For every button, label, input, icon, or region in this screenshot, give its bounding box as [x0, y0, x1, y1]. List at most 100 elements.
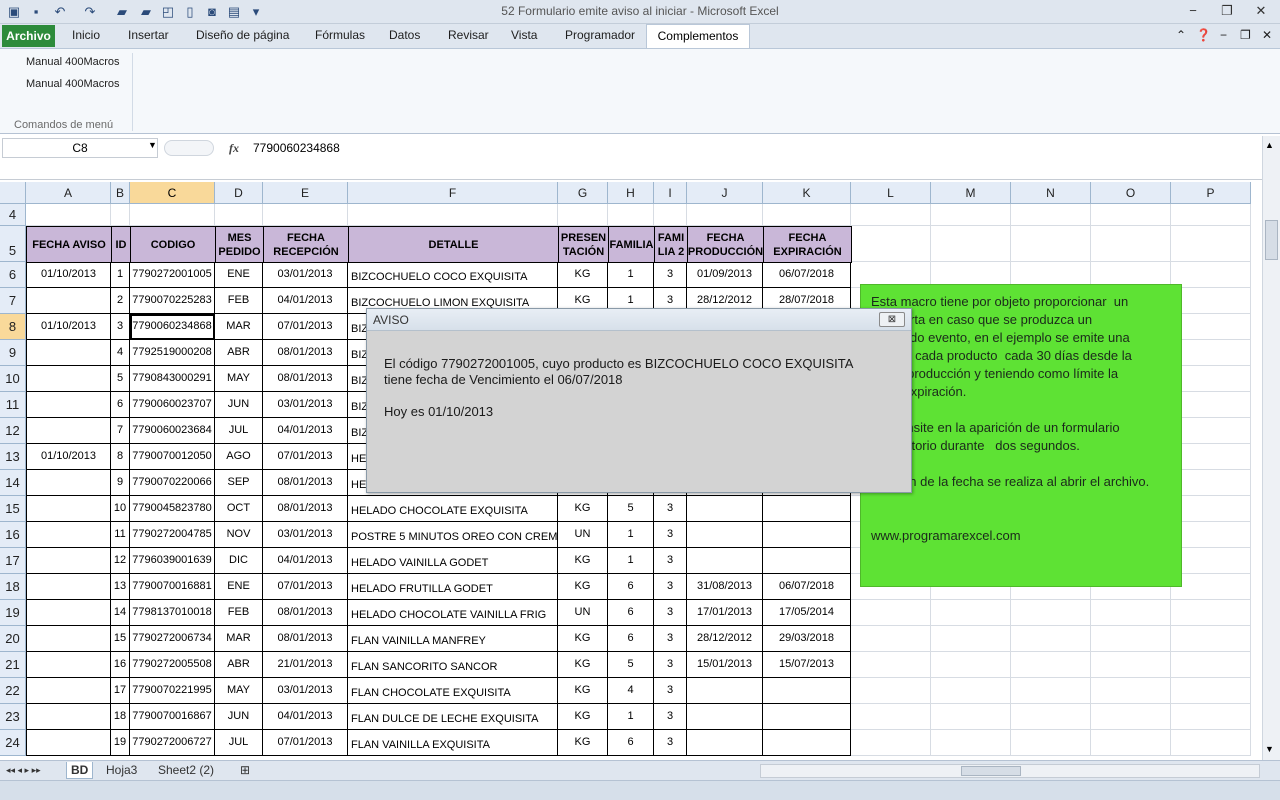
row-header-5[interactable]: 5: [0, 226, 26, 262]
table-cell[interactable]: KG: [558, 262, 608, 288]
table-cell[interactable]: 3: [111, 314, 130, 340]
sheet-tab-hoja3[interactable]: Hoja3: [102, 762, 141, 779]
table-cell[interactable]: 04/01/2013: [263, 288, 348, 314]
table-cell[interactable]: 9: [111, 470, 130, 496]
empty-cell[interactable]: [851, 678, 931, 704]
table-header-cell[interactable]: PRESEN TACIÓN: [558, 226, 609, 263]
empty-cell[interactable]: [1171, 730, 1251, 756]
row-header-16[interactable]: 16: [0, 522, 26, 548]
table-cell[interactable]: AGO: [215, 444, 263, 470]
empty-cell[interactable]: [1091, 626, 1171, 652]
empty-cell[interactable]: [931, 226, 1011, 262]
table-cell[interactable]: 7796039001639: [130, 548, 215, 574]
column-header-c[interactable]: C: [130, 182, 215, 204]
table-cell[interactable]: 7790272005508: [130, 652, 215, 678]
table-cell[interactable]: [763, 704, 851, 730]
row-header-19[interactable]: 19: [0, 600, 26, 626]
table-cell[interactable]: HELADO VAINILLA GODET: [348, 548, 558, 574]
table-cell[interactable]: 6: [608, 574, 654, 600]
empty-cell[interactable]: [851, 652, 931, 678]
table-cell[interactable]: FLAN SANCORITO SANCOR: [348, 652, 558, 678]
empty-cell[interactable]: [851, 626, 931, 652]
table-cell[interactable]: 6: [111, 392, 130, 418]
table-cell[interactable]: 6: [608, 600, 654, 626]
empty-cell[interactable]: [931, 600, 1011, 626]
table-cell[interactable]: 03/01/2013: [263, 392, 348, 418]
empty-cell[interactable]: [1091, 652, 1171, 678]
table-cell[interactable]: ENE: [215, 574, 263, 600]
column-header-o[interactable]: O: [1091, 182, 1171, 204]
table-cell[interactable]: 21/01/2013: [263, 652, 348, 678]
column-header-a[interactable]: A: [26, 182, 111, 204]
empty-cell[interactable]: [851, 226, 931, 262]
table-cell[interactable]: 7792519000208: [130, 340, 215, 366]
table-cell[interactable]: [26, 366, 111, 392]
table-cell[interactable]: [763, 496, 851, 522]
table-cell[interactable]: HELADO CHOCOLATE EXQUISITA: [348, 496, 558, 522]
table-cell[interactable]: NOV: [215, 522, 263, 548]
row-header-22[interactable]: 22: [0, 678, 26, 704]
table-cell[interactable]: 01/10/2013: [26, 444, 111, 470]
empty-cell[interactable]: [1171, 226, 1251, 262]
table-cell[interactable]: 8: [111, 444, 130, 470]
empty-cell[interactable]: [1171, 652, 1251, 678]
empty-cell[interactable]: [654, 204, 687, 226]
empty-cell[interactable]: [1171, 288, 1251, 314]
ribbon-collapse-icon[interactable]: ⌃: [1176, 28, 1186, 42]
empty-cell[interactable]: [1091, 204, 1171, 226]
column-header-h[interactable]: H: [608, 182, 654, 204]
table-cell[interactable]: FEB: [215, 600, 263, 626]
empty-cell[interactable]: [1011, 730, 1091, 756]
menu-item-manual-2[interactable]: Manual 400Macros: [26, 78, 120, 90]
table-cell[interactable]: 3: [654, 262, 687, 288]
empty-cell[interactable]: [1171, 204, 1251, 226]
table-cell[interactable]: 31/08/2013: [687, 574, 763, 600]
empty-cell[interactable]: [1171, 340, 1251, 366]
tab-revisar[interactable]: Revisar: [448, 28, 489, 42]
tab-insertar[interactable]: Insertar: [128, 28, 169, 42]
row-header-9[interactable]: 9: [0, 340, 26, 366]
hscroll-thumb[interactable]: [961, 766, 1021, 776]
table-cell[interactable]: 15: [111, 626, 130, 652]
fx-icon[interactable]: fx: [224, 138, 244, 158]
table-cell[interactable]: 08/01/2013: [263, 626, 348, 652]
table-cell[interactable]: KG: [558, 574, 608, 600]
empty-cell[interactable]: [1091, 600, 1171, 626]
table-cell[interactable]: KG: [558, 626, 608, 652]
table-cell[interactable]: FEB: [215, 288, 263, 314]
table-cell[interactable]: 28/12/2012: [687, 626, 763, 652]
table-cell[interactable]: 08/01/2013: [263, 470, 348, 496]
select-all-corner[interactable]: [0, 182, 26, 204]
table-cell[interactable]: 1: [608, 704, 654, 730]
empty-cell[interactable]: [1171, 574, 1251, 600]
table-cell[interactable]: [26, 704, 111, 730]
table-cell[interactable]: 07/01/2013: [263, 574, 348, 600]
formula-input[interactable]: 7790060234868: [253, 141, 340, 155]
table-cell[interactable]: 7790272004785: [130, 522, 215, 548]
empty-cell[interactable]: [1171, 704, 1251, 730]
tab-datos[interactable]: Datos: [389, 28, 420, 42]
table-cell[interactable]: MAY: [215, 678, 263, 704]
table-cell[interactable]: 17: [111, 678, 130, 704]
table-cell[interactable]: UN: [558, 522, 608, 548]
row-header-21[interactable]: 21: [0, 652, 26, 678]
table-cell[interactable]: 01/10/2013: [26, 314, 111, 340]
column-header-d[interactable]: D: [215, 182, 263, 204]
empty-cell[interactable]: [1091, 730, 1171, 756]
table-cell[interactable]: 03/01/2013: [263, 678, 348, 704]
empty-cell[interactable]: [1011, 652, 1091, 678]
empty-cell[interactable]: [1091, 704, 1171, 730]
table-cell[interactable]: [26, 730, 111, 756]
table-cell[interactable]: 03/01/2013: [263, 522, 348, 548]
table-cell[interactable]: 3: [654, 600, 687, 626]
table-cell[interactable]: MAR: [215, 626, 263, 652]
table-cell[interactable]: JUL: [215, 418, 263, 444]
minimize-icon[interactable]: −: [1180, 2, 1206, 20]
table-cell[interactable]: 17/01/2013: [687, 600, 763, 626]
table-cell[interactable]: [26, 574, 111, 600]
first-sheet-icon[interactable]: ◂◂ ◂ ▸ ▸▸: [2, 762, 45, 779]
insert-sheet-icon[interactable]: ⊞: [236, 762, 254, 779]
table-cell[interactable]: 19: [111, 730, 130, 756]
empty-cell[interactable]: [1171, 418, 1251, 444]
table-cell[interactable]: 6: [608, 626, 654, 652]
